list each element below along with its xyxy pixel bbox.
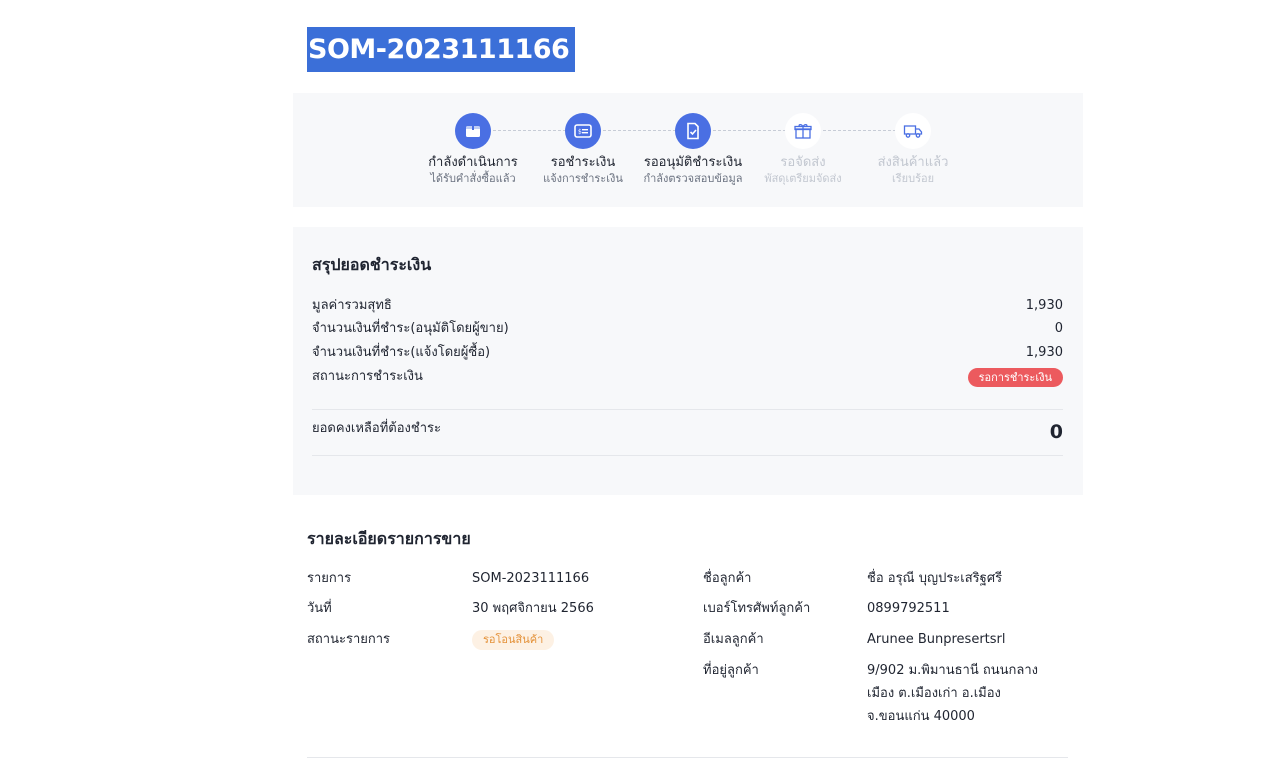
payment-status-badge: รอการชำระเงิน <box>967 368 1063 387</box>
customer-address-label: ที่อยู่ลูกค้า <box>703 663 759 678</box>
customer-email-value: Arunee Bunpresertsrl <box>867 632 1006 647</box>
customer-email-label: อีเมลลูกค้า <box>703 632 764 647</box>
details-divider <box>307 757 1068 758</box>
customer-name-label: ชื่อลูกค้า <box>703 571 752 586</box>
date-label: วันที่ <box>307 601 332 616</box>
payment-status-label: สถานะการชำระเงิน <box>312 369 423 384</box>
customer-phone-value: 0899792511 <box>867 601 950 616</box>
item-value: SOM-2023111166 <box>472 571 590 586</box>
customer-address-line: เมือง ต.เมืองเก่า อ.เมือง <box>867 686 1001 701</box>
paid-approved-row: จำนวนเงินที่ชำระ(อนุมัติโดยผู้ขาย) 0 <box>312 318 1063 340</box>
summary-heading: สรุปยอดชำระเงิน <box>312 255 432 274</box>
box-icon <box>455 113 491 149</box>
details-heading: รายละเอียดรายการขาย <box>307 529 471 548</box>
balance-row: ยอดคงเหลือที่ต้องชำระ <box>312 418 1063 440</box>
payment-status-row: สถานะการชำระเงิน รอการชำระเงิน <box>312 366 1063 388</box>
order-id-title: SOM-2023111166 <box>307 27 576 72</box>
paid-approved-label: จำนวนเงินที่ชำระ(อนุมัติโดยผู้ขาย) <box>312 321 509 336</box>
customer-name-value: ชื่อ อรุณี บุญประเสริฐศรี <box>867 571 1003 586</box>
document-check-icon <box>675 113 711 149</box>
order-progress-stepper: กำลังดำเนินการ ได้รับคำสั่งซื้อแล้ว $ รอ… <box>293 93 1083 207</box>
paid-approved-value: 0 <box>1054 321 1063 336</box>
payment-summary-card: สรุปยอดชำระเงิน มูลค่ารวมสุทธิ 1,930 จำน… <box>293 227 1083 495</box>
paid-reported-label: จำนวนเงินที่ชำระ(แจ้งโดยผู้ซื้อ) <box>312 345 491 360</box>
balance-label: ยอดคงเหลือที่ต้องชำระ <box>312 421 441 436</box>
step-subtitle: เรียบร้อย <box>891 172 935 185</box>
step-title: ส่งสินค้าแล้ว <box>877 155 949 170</box>
order-status-label: สถานะรายการ <box>307 632 391 647</box>
summary-divider <box>312 409 1063 410</box>
net-total-row: มูลค่ารวมสุทธิ 1,930 <box>312 295 1063 317</box>
net-total-label: มูลค่ารวมสุทธิ <box>312 298 392 313</box>
order-status-badge: รอโอนสินค้า <box>472 630 555 650</box>
item-label: รายการ <box>307 571 352 586</box>
payment-card-icon: $ <box>565 113 601 149</box>
customer-address-line: จ.ขอนแก่น 40000 <box>867 709 975 724</box>
customer-phone-label: เบอร์โทรศัพท์ลูกค้า <box>703 601 811 616</box>
paid-reported-value: 1,930 <box>1025 345 1063 360</box>
summary-divider <box>312 455 1063 456</box>
net-total-value: 1,930 <box>1025 298 1063 313</box>
paid-reported-row: จำนวนเงินที่ชำระ(แจ้งโดยผู้ซื้อ) 1,930 <box>312 342 1063 364</box>
step-shipped: ส่งสินค้าแล้ว เรียบร้อย <box>848 113 978 186</box>
customer-address-line: 9/902 ม.พิมานธานี ถนนกลาง <box>867 663 1039 678</box>
balance-value: 0 <box>1049 421 1063 443</box>
gift-icon <box>785 113 821 149</box>
truck-icon <box>895 113 931 149</box>
date-value: 30 พฤศจิกายน 2566 <box>472 601 594 616</box>
svg-text:$: $ <box>578 129 582 136</box>
